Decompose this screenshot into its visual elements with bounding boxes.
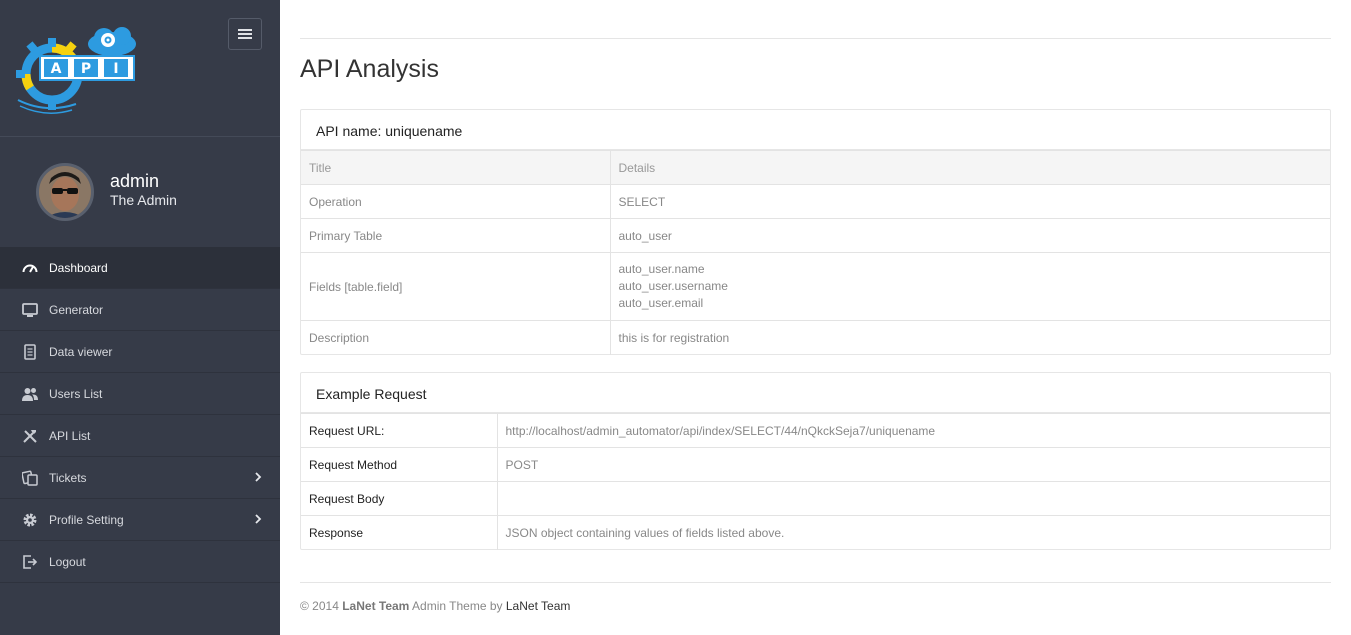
logo-letter-i: I — [113, 61, 118, 77]
sidebar-item-tickets[interactable]: Tickets — [0, 457, 280, 499]
page-title: API Analysis — [300, 55, 439, 83]
row-label: Request URL: — [301, 413, 498, 448]
row-label: Request Method — [301, 447, 498, 482]
row-details: SELECT — [609, 184, 1330, 219]
example-request-panel: Example Request Request URL: http://loca… — [300, 372, 1331, 550]
table-row: Fields [table.field] auto_user.name auto… — [301, 252, 1330, 321]
speedometer-icon — [22, 264, 38, 273]
api-details-table: Title Details Operation SELECT Primary T… — [301, 150, 1330, 355]
table-row: Request URL: http://localhost/admin_auto… — [301, 413, 1330, 448]
sidebar-item-profile-setting[interactable]: Profile Setting — [0, 499, 280, 541]
request-url-value[interactable]: http://localhost/admin_automator/api/ind… — [496, 413, 1330, 448]
sidebar-item-generator[interactable]: Generator — [0, 289, 280, 331]
panel-heading: API name: uniquename — [301, 110, 1330, 150]
footer-copyright: © 2014 — [300, 599, 339, 613]
users-icon — [22, 388, 38, 401]
tools-icon — [23, 430, 37, 443]
avatar[interactable] — [36, 163, 94, 221]
field-item: auto_user.name — [618, 262, 705, 276]
field-item: auto_user.email — [618, 296, 704, 310]
sidebar-item-label: Generator — [49, 303, 104, 317]
table-row: Request Method POST — [301, 447, 1330, 482]
footer-text: Admin Theme by — [412, 599, 503, 613]
row-title: Description — [301, 320, 611, 355]
field-item: auto_user.username — [618, 279, 728, 293]
table-row: Request Body — [301, 481, 1330, 516]
divider — [300, 582, 1331, 583]
hamburger-icon — [238, 29, 252, 39]
table-row: Operation SELECT — [301, 184, 1330, 219]
table-row: Description this is for registration — [301, 320, 1330, 355]
divider — [300, 38, 1331, 39]
footer: © 2014 LaNet Team Admin Theme by LaNet T… — [300, 599, 570, 613]
logo-letter-a: A — [51, 61, 62, 77]
sidebar-item-api-list[interactable]: API List — [0, 415, 280, 457]
sidebar-item-label: Tickets — [49, 471, 87, 485]
panel-heading: Example Request — [301, 373, 1330, 413]
footer-link[interactable]: LaNet Team — [506, 599, 570, 613]
sidebar: A P I admin The Admin Dashboard Generato… — [0, 0, 280, 635]
response-value: JSON object containing values of fields … — [496, 515, 1330, 550]
menu-toggle-button[interactable] — [228, 18, 262, 50]
api-details-panel: API name: uniquename Title Details Opera… — [300, 109, 1331, 355]
sidebar-item-logout[interactable]: Logout — [0, 541, 280, 583]
column-header-details: Details — [609, 150, 1330, 185]
column-header-title: Title — [301, 150, 611, 185]
sidebar-item-dashboard[interactable]: Dashboard — [0, 247, 280, 289]
user-profile: admin The Admin — [0, 137, 280, 247]
sidebar-item-label: Users List — [49, 387, 103, 401]
main-content: API Analysis API name: uniquename Title … — [280, 0, 1351, 635]
row-details: auto_user — [609, 218, 1330, 253]
sidebar-item-label: Data viewer — [49, 345, 113, 359]
api-logo[interactable]: A P I — [16, 22, 142, 114]
tickets-icon — [22, 470, 38, 486]
row-details: this is for registration — [609, 320, 1330, 355]
table-row: Primary Table auto_user — [301, 218, 1330, 253]
sidebar-nav: Dashboard Generator Data viewer Users Li… — [0, 247, 280, 583]
profile-name: admin — [110, 171, 160, 191]
sidebar-item-label: API List — [49, 429, 91, 443]
gear-icon — [23, 513, 37, 527]
chevron-right-icon — [255, 514, 262, 524]
row-label: Response — [301, 515, 498, 550]
sidebar-item-label: Logout — [49, 555, 86, 569]
example-request-table: Request URL: http://localhost/admin_auto… — [301, 413, 1330, 550]
table-header-row: Title Details — [301, 150, 1330, 185]
document-icon — [24, 344, 36, 360]
request-body-value — [496, 481, 1330, 516]
row-title: Fields [table.field] — [301, 252, 611, 321]
table-row: Response JSON object containing values o… — [301, 515, 1330, 550]
row-title: Primary Table — [301, 218, 611, 253]
row-title: Operation — [301, 184, 611, 219]
request-method-value: POST — [496, 447, 1330, 482]
chevron-right-icon — [255, 472, 262, 482]
sidebar-item-data-viewer[interactable]: Data viewer — [0, 331, 280, 373]
row-details: auto_user.name auto_user.username auto_u… — [609, 252, 1330, 321]
logo-area: A P I — [0, 0, 280, 137]
sidebar-item-label: Profile Setting — [49, 513, 124, 527]
sidebar-item-label: Dashboard — [49, 261, 108, 275]
monitor-icon — [22, 303, 38, 317]
sidebar-item-users-list[interactable]: Users List — [0, 373, 280, 415]
profile-role: The Admin — [110, 192, 177, 208]
footer-brand: LaNet Team — [342, 599, 410, 613]
logo-letter-p: P — [81, 61, 91, 77]
logout-icon — [23, 555, 38, 569]
row-label: Request Body — [301, 481, 498, 516]
